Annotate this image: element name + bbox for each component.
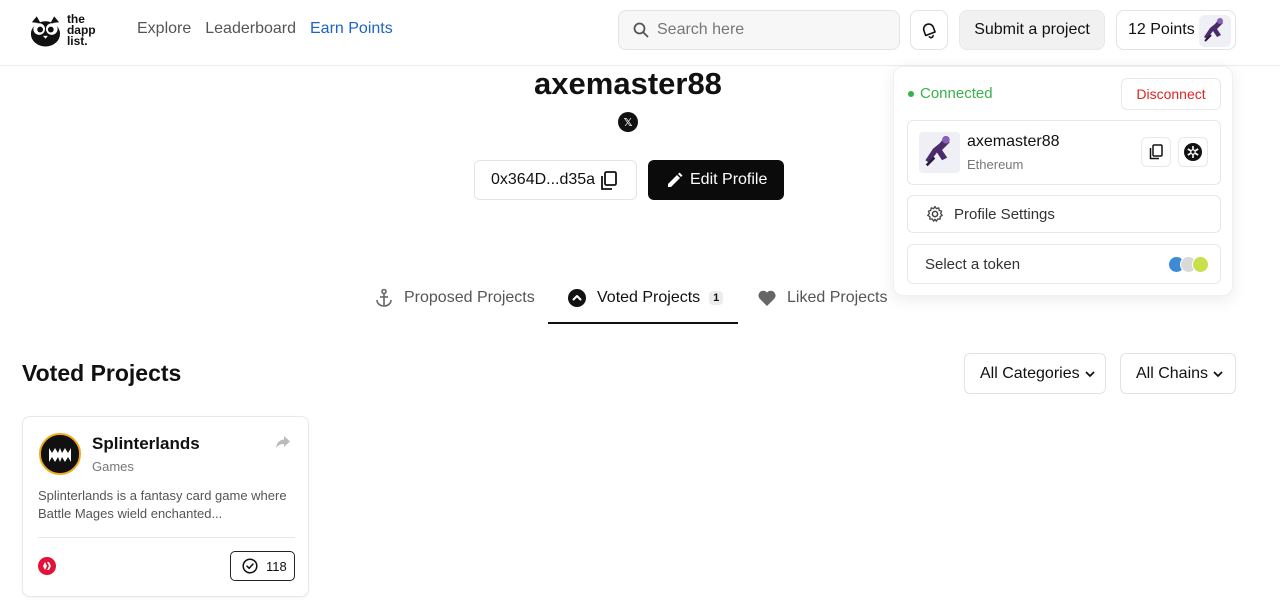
account-name: axemaster88	[967, 133, 1060, 150]
tab-label: Proposed Projects	[404, 289, 535, 306]
logo[interactable]: the dapp list.	[28, 10, 98, 50]
wallet-address-button[interactable]: 0x364D...d35a	[474, 160, 637, 200]
user-avatar	[1199, 15, 1231, 47]
owl-logo-icon	[30, 16, 61, 47]
filter-label: All Categories	[980, 364, 1080, 382]
edit-profile-label: Edit Profile	[690, 171, 768, 188]
search-input[interactable]	[657, 21, 887, 39]
search-box[interactable]	[618, 10, 900, 50]
edit-profile-button[interactable]: Edit Profile	[648, 160, 784, 200]
points-label: 12 Points	[1128, 21, 1195, 38]
project-title: Splinterlands	[92, 434, 200, 453]
chains-filter[interactable]: All Chains	[1120, 353, 1236, 394]
select-token-label: Select a token	[925, 255, 1021, 273]
wallet-address: 0x364D...d35a	[491, 171, 596, 188]
nav-explore[interactable]: Explore	[137, 20, 191, 38]
notifications-button[interactable]	[910, 10, 948, 50]
chevron-up-circle-icon	[567, 288, 587, 308]
hive-chain-icon	[38, 557, 56, 575]
wallet-dropdown: Connected Disconnect axemaster88 Ethereu…	[893, 66, 1233, 296]
section-title: Voted Projects	[22, 360, 182, 386]
check-circle-icon	[242, 558, 258, 574]
divider	[38, 537, 295, 538]
filter-label: All Chains	[1136, 364, 1209, 382]
network-button[interactable]	[1178, 137, 1208, 167]
pencil-icon	[668, 172, 683, 187]
project-logo	[39, 433, 81, 475]
project-description: Splinterlands is a fantasy card game whe…	[38, 488, 287, 521]
heart-icon	[757, 289, 777, 307]
account-avatar	[919, 132, 960, 173]
gear-icon	[927, 205, 943, 222]
share-icon[interactable]	[275, 435, 291, 454]
points-wallet-button[interactable]: 12 Points	[1116, 10, 1236, 50]
connection-status: Connected	[908, 85, 993, 102]
tab-label: Voted Projects	[597, 289, 701, 306]
status-label: Connected	[920, 85, 993, 102]
profile-settings-label: Profile Settings	[954, 205, 1055, 223]
copy-icon	[1149, 144, 1163, 160]
vote-count: 118	[266, 558, 287, 574]
project-category: Games	[92, 459, 134, 474]
tab-proposed-projects[interactable]: Proposed Projects	[374, 286, 535, 310]
status-dot-icon	[908, 90, 914, 97]
select-token-button[interactable]: Select a token	[907, 244, 1221, 284]
anchor-icon	[374, 288, 394, 308]
vote-button[interactable]: 118	[230, 551, 295, 581]
logo-text: the dapp list.	[66, 11, 96, 48]
bell-icon	[922, 23, 936, 39]
profile-settings-button[interactable]: Profile Settings	[907, 195, 1221, 233]
search-icon	[633, 22, 649, 38]
submit-project-button[interactable]: Submit a project	[959, 10, 1105, 50]
token-icon	[1192, 256, 1209, 273]
copy-icon	[601, 171, 617, 190]
tab-liked-projects[interactable]: Liked Projects	[757, 286, 888, 310]
tab-voted-projects[interactable]: Voted Projects 1	[567, 286, 724, 310]
chevron-down-icon	[1084, 368, 1096, 380]
main-nav: Explore Leaderboard Earn Points	[137, 20, 407, 38]
tab-label: Liked Projects	[787, 289, 888, 306]
nav-earn-points[interactable]: Earn Points	[310, 20, 393, 38]
disconnect-button[interactable]: Disconnect	[1121, 78, 1221, 110]
account-chain: Ethereum	[967, 157, 1024, 172]
top-header: the dapp list. Explore Leaderboard Earn …	[0, 0, 1280, 66]
active-tab-indicator	[548, 322, 738, 324]
nav-leaderboard[interactable]: Leaderboard	[205, 20, 296, 38]
copy-address-button[interactable]	[1141, 137, 1171, 167]
token-icons	[1168, 256, 1209, 273]
categories-filter[interactable]: All Categories	[964, 353, 1106, 394]
network-icon	[1184, 143, 1202, 161]
x-icon[interactable]: 𝕏	[618, 112, 638, 132]
account-card: axemaster88 Ethereum	[907, 120, 1221, 185]
chevron-down-icon	[1212, 368, 1224, 380]
project-card[interactable]: Splinterlands Games Splinterlands is a f…	[22, 416, 309, 597]
count-badge: 1	[709, 291, 724, 305]
